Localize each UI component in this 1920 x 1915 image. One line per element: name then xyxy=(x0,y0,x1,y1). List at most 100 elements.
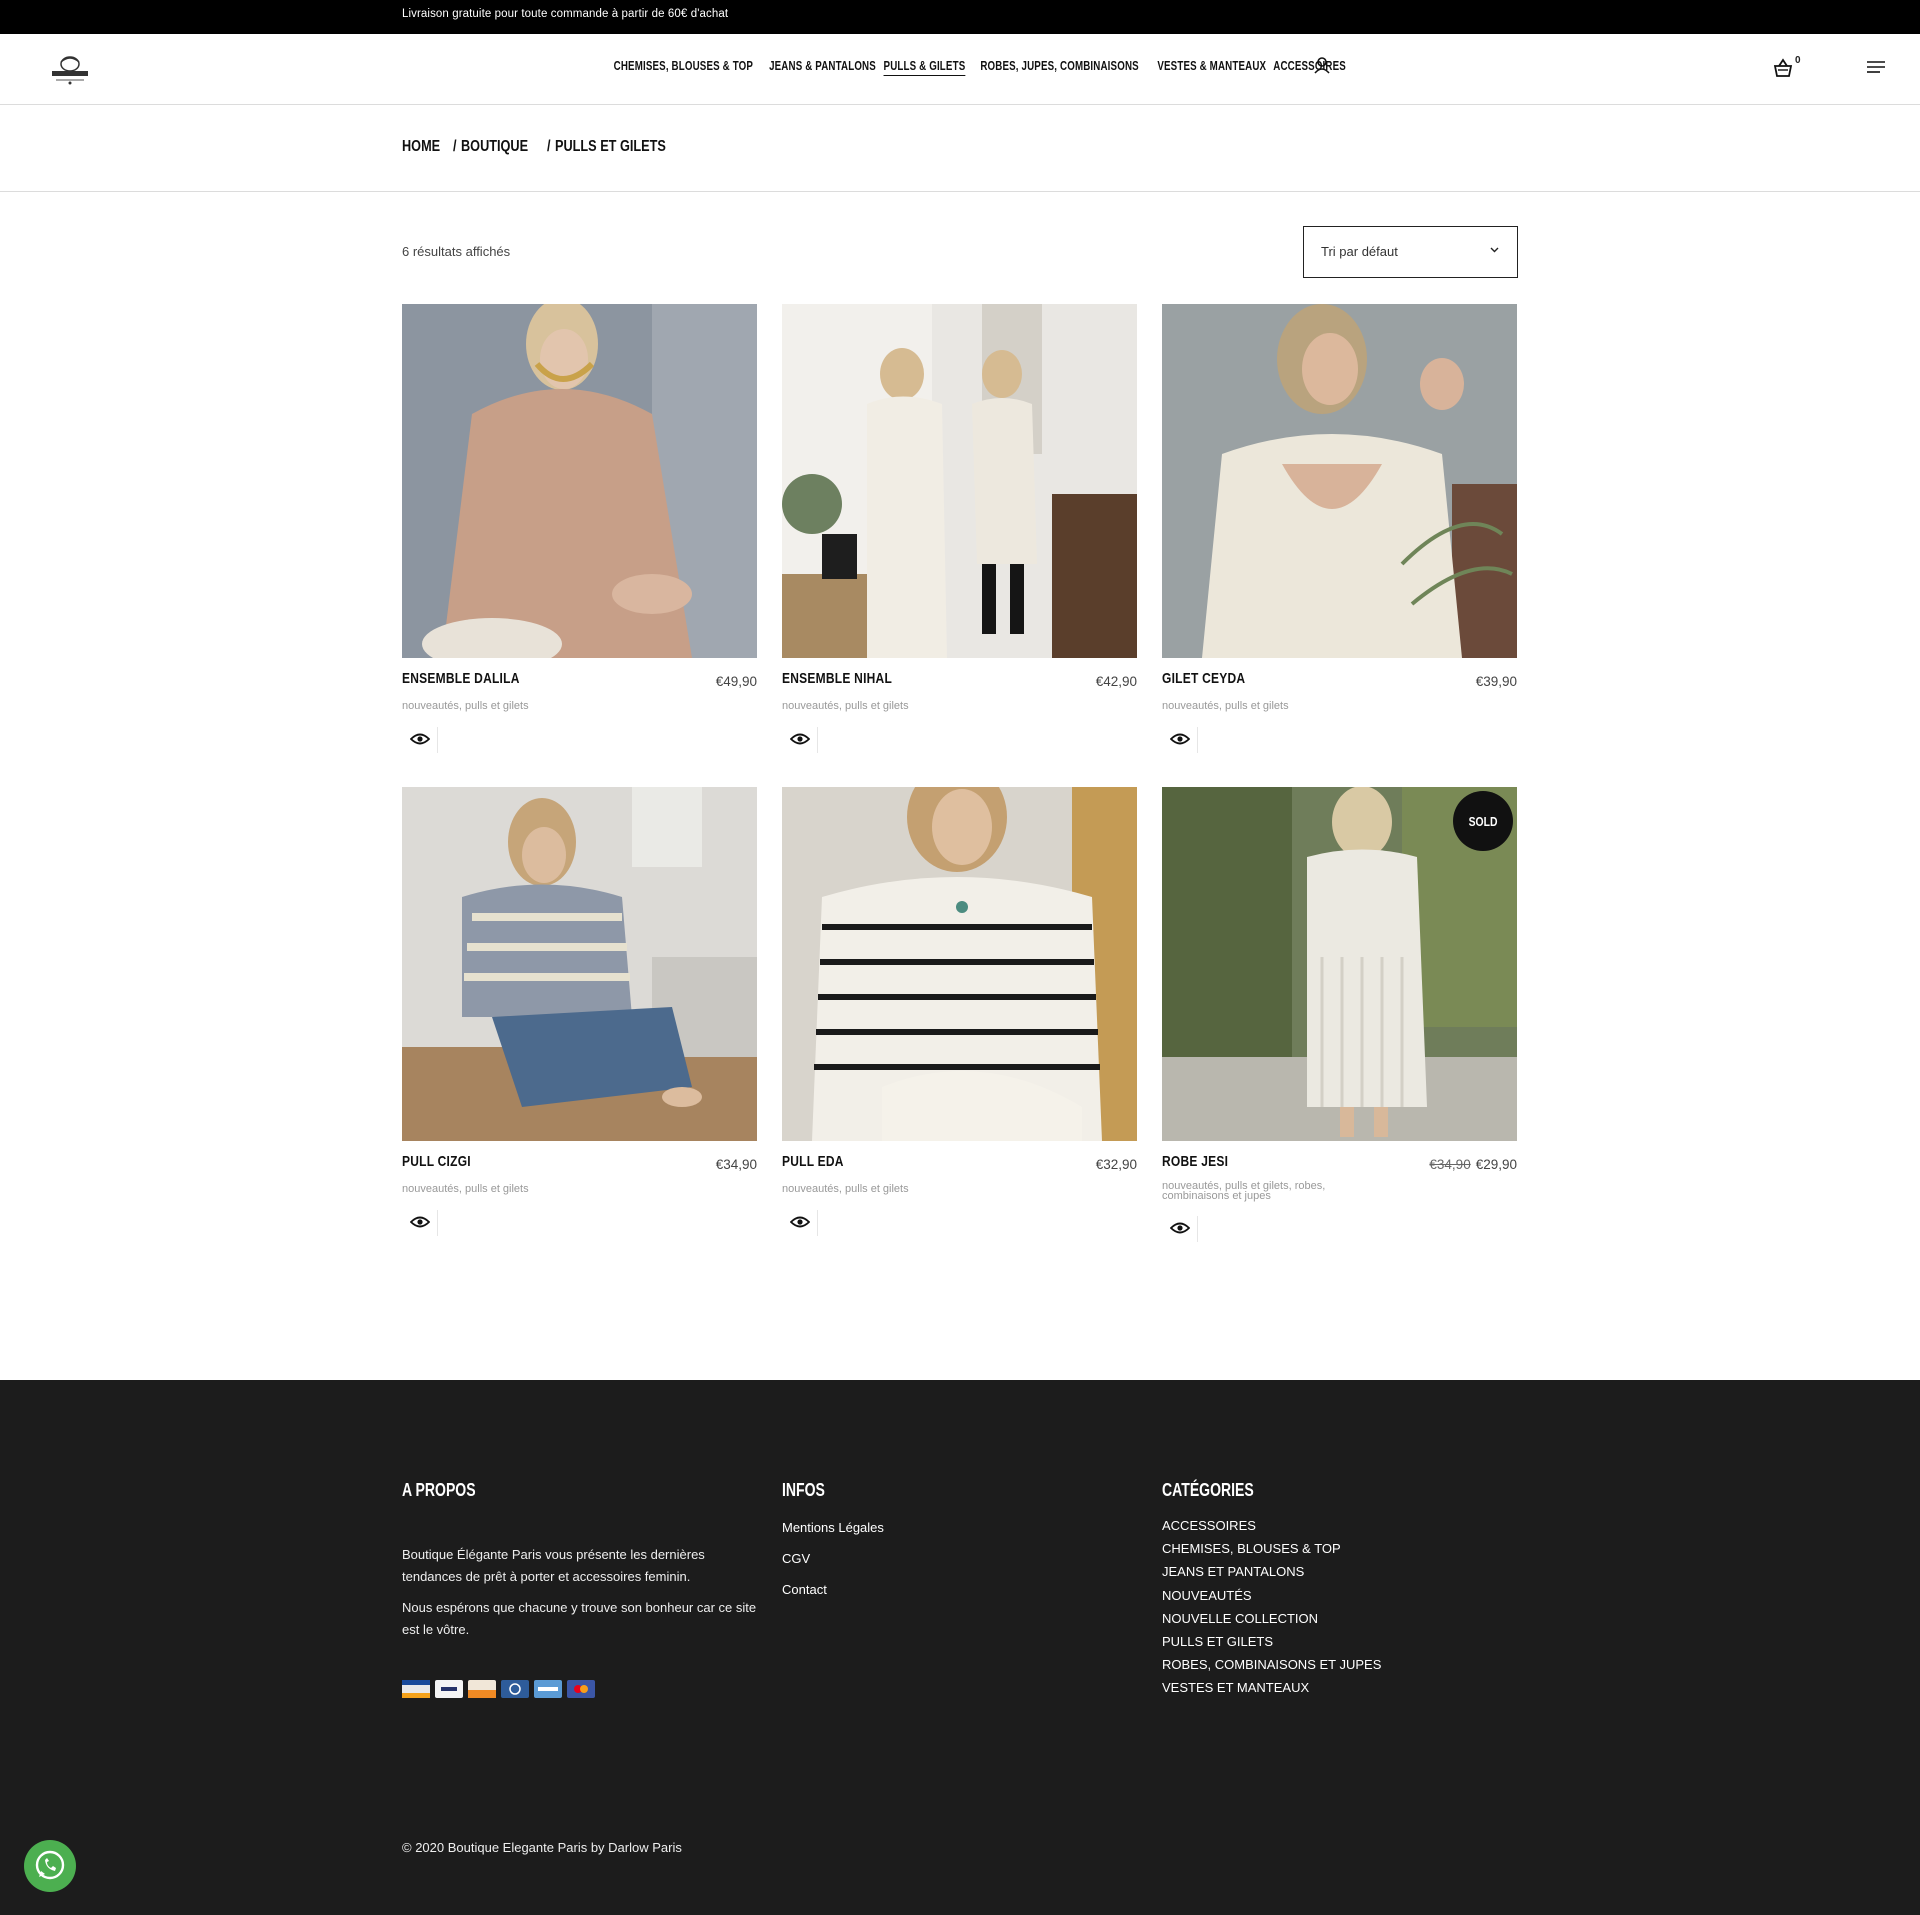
breadcrumb-shop[interactable]: BOUTIQUE xyxy=(461,138,528,156)
footer-link-cgv[interactable]: CGV xyxy=(782,1543,884,1574)
eye-icon[interactable] xyxy=(1170,732,1190,746)
product-name[interactable]: ENSEMBLE DALILA xyxy=(402,670,520,687)
footer-category-link[interactable]: NOUVEAUTÉS xyxy=(1162,1584,1381,1607)
footer-category-link[interactable]: JEANS ET PANTALONS xyxy=(1162,1560,1381,1583)
footer-category-link[interactable]: CHEMISES, BLOUSES & TOP xyxy=(1162,1537,1381,1560)
product-name[interactable]: PULL EDA xyxy=(782,1153,844,1170)
breadcrumb-separator: / xyxy=(546,138,551,155)
results-count: 6 résultats affichés xyxy=(402,244,511,259)
nav-item-robes[interactable]: ROBES, JUPES, COMBINAISONS xyxy=(980,59,1138,73)
eye-icon[interactable] xyxy=(410,732,430,746)
product-price-current: €39,90 xyxy=(1475,674,1517,689)
product-price: €34,90 xyxy=(716,1157,757,1172)
promo-text: Livraison gratuite pour toute commande à… xyxy=(402,8,729,20)
product-image[interactable] xyxy=(782,787,1137,1141)
product-price: €39,90 xyxy=(1476,674,1517,689)
site-footer: A PROPOS Boutique Élégante Paris vous pr… xyxy=(0,1380,1920,1915)
discover-icon xyxy=(468,1680,496,1698)
category-link[interactable]: nouveautés xyxy=(1162,700,1219,712)
category-link[interactable]: nouveautés xyxy=(782,1183,839,1195)
divider xyxy=(817,727,818,753)
category-link[interactable]: nouveautés xyxy=(402,1183,459,1195)
hamburger-icon[interactable] xyxy=(1866,59,1886,77)
divider xyxy=(437,1210,438,1236)
footer-heading-infos: INFOS xyxy=(782,1480,825,1500)
breadcrumb-bar: HOME / BOUTIQUE / PULLS ET GILETS xyxy=(0,105,1920,192)
footer-category-link[interactable]: PULLS ET GILETS xyxy=(1162,1630,1381,1653)
footer-category-link[interactable]: VESTES ET MANTEAUX xyxy=(1162,1676,1381,1699)
footer-heading-about: A PROPOS xyxy=(402,1480,476,1500)
footer-category-link[interactable]: ACCESSOIRES xyxy=(1162,1514,1381,1537)
product-price-old: €34,90 xyxy=(1429,1157,1471,1172)
product-price: €49,90 xyxy=(716,674,757,689)
category-link[interactable]: nouveautés xyxy=(402,700,459,712)
eye-icon[interactable] xyxy=(1170,1221,1190,1235)
nav-item-pulls[interactable]: PULLS & GILETS xyxy=(883,59,965,73)
about-text: Boutique Élégante Paris vous présente le… xyxy=(402,1547,705,1584)
divider xyxy=(437,727,438,753)
copyright: © 2020 Boutique Elegante Paris by Darlow… xyxy=(402,1840,682,1855)
whatsapp-icon xyxy=(35,1850,65,1880)
breadcrumb: HOME / BOUTIQUE / PULLS ET GILETS xyxy=(402,138,690,156)
divider xyxy=(817,1210,818,1236)
product-image[interactable] xyxy=(1162,304,1517,658)
eye-icon[interactable] xyxy=(410,1215,430,1229)
product-categories: nouveautés, pulls et gilets xyxy=(402,700,529,712)
category-link[interactable]: pulls et gilets xyxy=(1225,700,1289,712)
payment-icons xyxy=(402,1680,595,1698)
footer-link-mentions[interactable]: Mentions Légales xyxy=(782,1512,884,1543)
product-categories: nouveautés, pulls et gilets, robes, comb… xyxy=(1162,1180,1326,1202)
eye-icon[interactable] xyxy=(790,1215,810,1229)
product-price-current: €29,90 xyxy=(1475,1157,1517,1172)
about-text: Nous espérons que chacune y trouve son b… xyxy=(402,1600,757,1637)
nav-item-chemises[interactable]: CHEMISES, BLOUSES & TOP xyxy=(614,59,753,73)
product-categories: nouveautés, pulls et gilets xyxy=(1162,700,1289,712)
breadcrumb-home[interactable]: HOME xyxy=(402,138,440,156)
divider xyxy=(1197,1216,1198,1242)
product-price-current: €42,90 xyxy=(1095,674,1137,689)
category-link[interactable]: nouveautés xyxy=(782,700,839,712)
product-price: €42,90 xyxy=(1096,674,1137,689)
product-name[interactable]: GILET CEYDA xyxy=(1162,670,1245,687)
american-express-icon xyxy=(534,1680,562,1698)
eye-icon[interactable] xyxy=(790,732,810,746)
nav-item-vestes[interactable]: VESTES & MANTEAUX xyxy=(1157,59,1266,73)
category-link[interactable]: pulls et gilets xyxy=(465,700,529,712)
nav-item-jeans[interactable]: JEANS & PANTALONS xyxy=(769,59,876,73)
user-icon[interactable] xyxy=(1313,56,1331,74)
product-image[interactable] xyxy=(782,304,1137,658)
product-categories: nouveautés, pulls et gilets xyxy=(782,700,909,712)
product-categories: nouveautés, pulls et gilets xyxy=(402,1183,529,1195)
diners-icon xyxy=(501,1680,529,1698)
basket-icon[interactable] xyxy=(1772,57,1794,79)
product-price-current: €49,90 xyxy=(715,674,757,689)
product-name[interactable]: ENSEMBLE NIHAL xyxy=(782,670,892,687)
footer-heading-categories: CATÉGORIES xyxy=(1162,1480,1254,1500)
sort-select[interactable]: Tri par défaut xyxy=(1303,226,1518,278)
whatsapp-button[interactable] xyxy=(24,1840,76,1892)
chevron-down-icon xyxy=(1490,247,1499,253)
product-name[interactable]: ROBE JESI xyxy=(1162,1153,1228,1170)
product-price-current: €34,90 xyxy=(715,1157,757,1172)
product-image[interactable] xyxy=(402,787,757,1141)
main-nav: CHEMISES, BLOUSES & TOP JEANS & PANTALON… xyxy=(0,59,1920,73)
footer-infos-links: Mentions Légales CGV Contact xyxy=(782,1512,884,1605)
footer-category-link[interactable]: NOUVELLE COLLECTION xyxy=(1162,1607,1381,1630)
paypal-icon xyxy=(435,1680,463,1698)
product-price-current: €32,90 xyxy=(1095,1157,1137,1172)
divider xyxy=(1197,727,1198,753)
sold-badge: SOLD xyxy=(1453,791,1513,851)
product-name[interactable]: PULL CIZGI xyxy=(402,1153,471,1170)
category-link[interactable]: pulls et gilets xyxy=(465,1183,529,1195)
category-link[interactable]: pulls et gilets xyxy=(845,700,909,712)
product-image[interactable] xyxy=(402,304,757,658)
product-image[interactable]: SOLD xyxy=(1162,787,1517,1141)
footer-categories-links: ACCESSOIRES CHEMISES, BLOUSES & TOP JEAN… xyxy=(1162,1514,1381,1700)
category-link[interactable]: pulls et gilets xyxy=(845,1183,909,1195)
nav-item-accessoires[interactable]: ACCESSOIRES xyxy=(1273,59,1346,73)
product-price: €32,90 xyxy=(1096,1157,1137,1172)
footer-link-contact[interactable]: Contact xyxy=(782,1574,884,1605)
promo-bar: Livraison gratuite pour toute commande à… xyxy=(0,0,1920,34)
footer-category-link[interactable]: ROBES, COMBINAISONS ET JUPES xyxy=(1162,1653,1381,1676)
sort-value: Tri par défaut xyxy=(1321,244,1398,259)
